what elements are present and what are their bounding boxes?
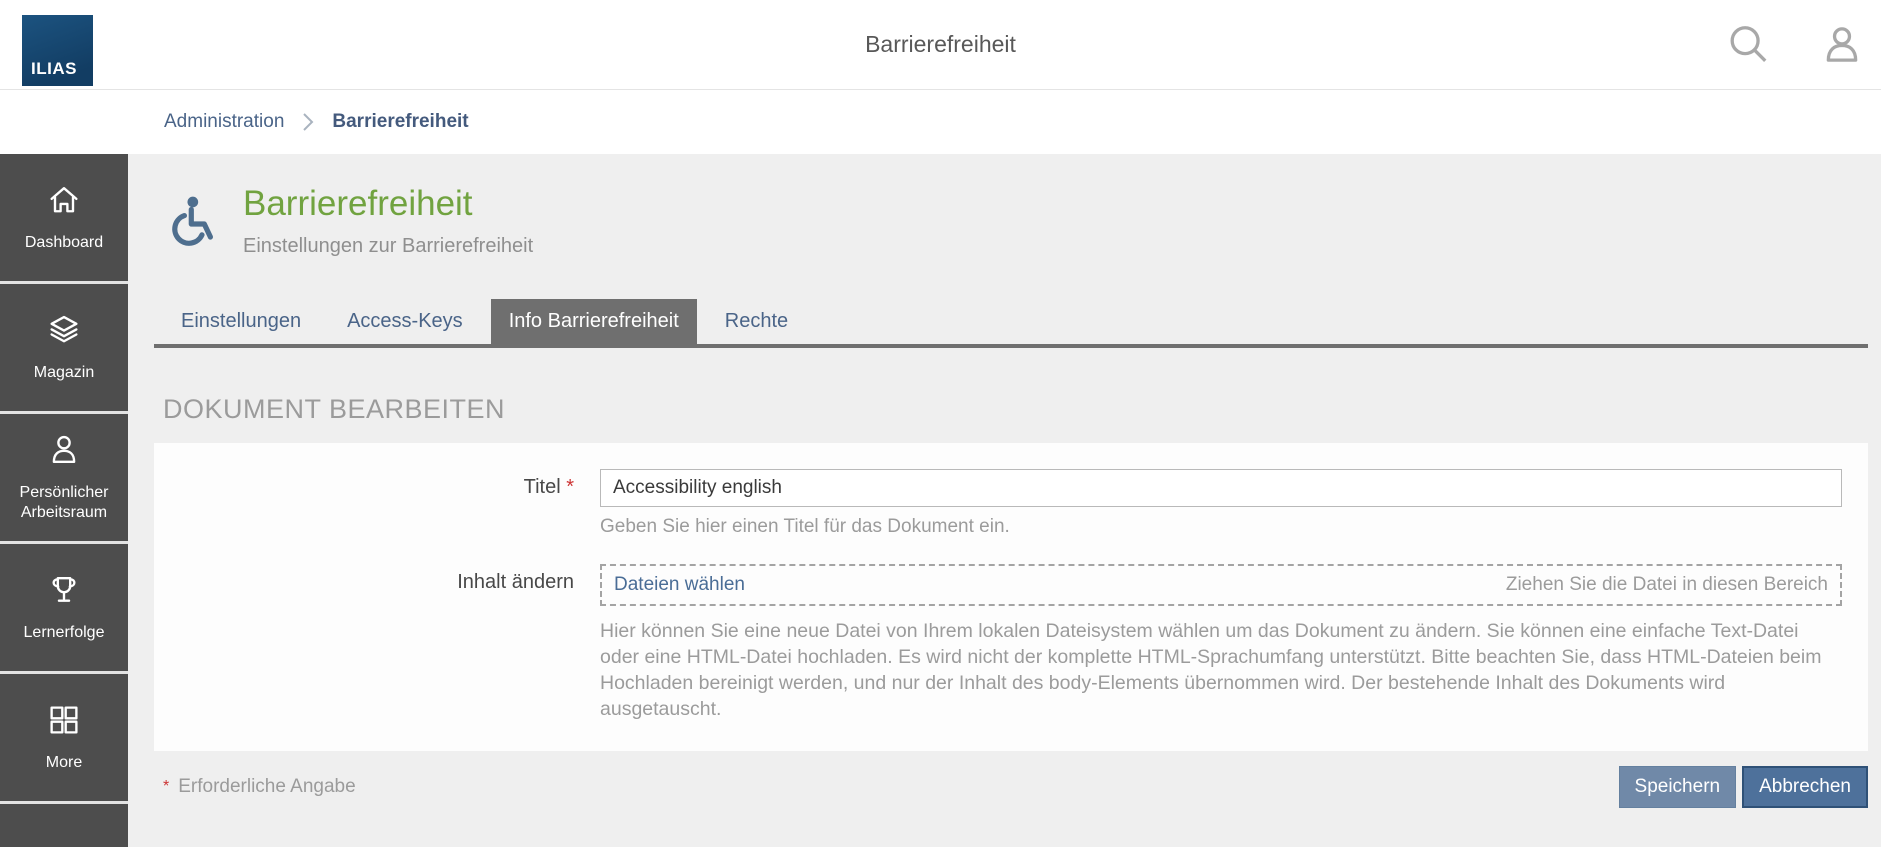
required-asterisk: * [566,476,574,498]
breadcrumb-administration[interactable]: Administration [164,111,284,133]
ilias-logo-text: ILIAS [31,59,77,79]
sidebar-item-label: More [43,753,85,773]
section-title: DOKUMENT BEARBEITEN [163,394,1868,425]
chevron-right-icon [302,112,314,132]
sidebar-item-more[interactable]: More [0,674,128,801]
ilias-logo[interactable]: ILIAS [22,15,93,86]
content-help-text: Hier können Sie eine neue Datei von Ihre… [600,619,1838,723]
tab-info-barrierefreiheit[interactable]: Info Barrierefreiheit [491,299,697,344]
header-icons [1725,0,1865,90]
required-asterisk: * [163,778,169,796]
content-field-row: Inhalt ändern Dateien wählen Ziehen Sie … [154,564,1842,723]
title-help-text: Geben Sie hier einen Titel für das Dokum… [600,516,1842,538]
dropzone-hint: Ziehen Sie die Datei in diesen Bereich [1506,574,1828,596]
file-dropzone[interactable]: Dateien wählen Ziehen Sie die Datei in d… [600,564,1842,606]
sidebar: Dashboard Magazin Persönlicher Arbeitsra… [0,154,128,847]
page-title-texts: Barrierefreiheit Einstellungen zur Barri… [243,184,533,258]
sidebar-item-magazin[interactable]: Magazin [0,284,128,411]
sidebar-item-label: Lernerfolge [21,623,108,643]
user-icon [46,432,82,473]
grid-icon [46,702,82,743]
sidebar-item-persoenlicher-arbeitsraum[interactable]: Persönlicher Arbeitsraum [0,414,128,541]
user-menu-icon[interactable] [1819,22,1865,68]
edit-document-form: Titel * Geben Sie hier einen Titel für d… [154,443,1868,751]
content-area: Barrierefreiheit Einstellungen zur Barri… [128,154,1881,847]
form-footer: * Erforderliche Angabe Speichern Abbrech… [154,766,1868,808]
title-field-label: Titel * [154,469,574,507]
trophy-icon [46,572,82,613]
cancel-button[interactable]: Abbrechen [1742,766,1868,808]
breadcrumb: Administration Barrierefreiheit [0,90,1881,154]
form-buttons: Speichern Abbrechen [1619,766,1868,808]
title-field-row: Titel * Geben Sie hier einen Titel für d… [154,469,1842,538]
sidebar-item-label: Dashboard [22,233,106,253]
title-input[interactable] [600,469,1842,507]
sidebar-item-label: Persönlicher Arbeitsraum [0,483,128,523]
page-title-block: Barrierefreiheit Einstellungen zur Barri… [163,184,1868,259]
title-field-wrap [600,469,1842,507]
accessibility-icon [163,194,215,259]
choose-files-button[interactable]: Dateien wählen [614,574,745,596]
tab-access-keys[interactable]: Access-Keys [329,299,481,344]
search-icon[interactable] [1725,22,1771,68]
required-note: Erforderliche Angabe [178,776,355,798]
header-page-title: Barrierefreiheit [0,0,1881,89]
breadcrumb-barrierefreiheit[interactable]: Barrierefreiheit [332,111,468,133]
tab-bar: Einstellungen Access-Keys Info Barrieref… [154,299,1868,348]
tab-rechte[interactable]: Rechte [707,299,806,344]
save-button[interactable]: Speichern [1619,766,1737,808]
top-header: ILIAS Barrierefreiheit [0,0,1881,90]
layers-icon [46,312,82,353]
page-subtitle: Einstellungen zur Barrierefreiheit [243,235,533,258]
page-title: Barrierefreiheit [243,184,533,224]
sidebar-item-dashboard[interactable]: Dashboard [0,154,128,281]
sidebar-item-label: Magazin [31,363,97,383]
sidebar-item-lernerfolge[interactable]: Lernerfolge [0,544,128,671]
sidebar-filler [0,804,128,847]
home-icon [46,182,82,223]
content-field-label: Inhalt ändern [154,564,574,606]
main-area: Dashboard Magazin Persönlicher Arbeitsra… [0,154,1881,847]
tab-einstellungen[interactable]: Einstellungen [163,299,319,344]
